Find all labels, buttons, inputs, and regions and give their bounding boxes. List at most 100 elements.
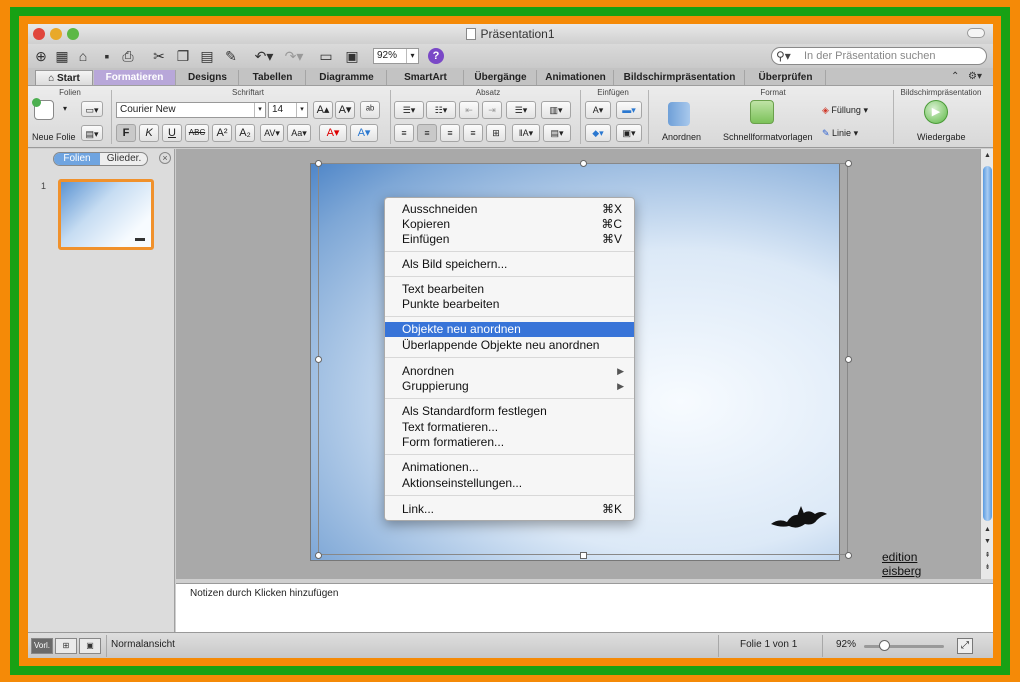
menu-item-text-formatieren[interactable]: Text formatieren... — [385, 420, 634, 435]
zoom-slider[interactable] — [864, 645, 944, 648]
play-icon[interactable]: ▶ — [924, 100, 948, 124]
resize-handle[interactable] — [315, 552, 322, 559]
resize-handle[interactable] — [845, 552, 852, 559]
resize-handle[interactable] — [315, 160, 322, 167]
bullets-button[interactable]: ☰▾ — [394, 101, 424, 119]
text-direction-button[interactable]: ‖A▾ — [512, 124, 540, 142]
menu-item-gruppierung[interactable]: Gruppierung ▶ — [385, 379, 634, 394]
char-spacing-button[interactable]: AV▾ — [260, 124, 284, 142]
menu-item-als-bild-speichern[interactable]: Als Bild speichern... — [385, 257, 634, 272]
quick-styles-icon[interactable] — [750, 100, 774, 124]
menu-item-ueberlappende-objekte[interactable]: Überlappende Objekte neu anordnen — [385, 338, 634, 353]
layout-button[interactable]: ▭▾ — [81, 101, 103, 117]
resize-handle[interactable] — [845, 356, 852, 363]
scroll-up-arrow-icon[interactable]: ▲ — [981, 525, 993, 535]
new-document-icon[interactable]: ⊕ — [32, 47, 50, 65]
tab-start[interactable]: ⌂ Start — [35, 70, 93, 85]
fit-to-window-icon[interactable]: ⤢ — [957, 638, 973, 654]
new-slide-label[interactable]: Neue Folie — [32, 132, 76, 142]
menu-item-anordnen[interactable]: Anordnen ▶ — [385, 364, 634, 379]
tab-bildschirmpraesentation[interactable]: Bildschirmpräsentation — [615, 70, 745, 85]
slide-thumbnail[interactable] — [58, 179, 154, 250]
line-button[interactable]: ✎ Linie ▾ — [822, 128, 858, 139]
fill-button[interactable]: ◈ Füllung ▾ — [822, 105, 868, 116]
insert-slide-icon[interactable]: ▭ — [317, 47, 335, 65]
toolbar-toggle-button[interactable] — [967, 28, 985, 38]
text-effects-button[interactable]: A▾ — [350, 124, 378, 142]
textbox-button[interactable]: A▾ — [585, 101, 611, 119]
menu-item-aktionseinstellungen[interactable]: Aktionseinstellungen... — [385, 476, 634, 491]
align-right-button[interactable]: ≡ — [440, 124, 460, 142]
media-button[interactable]: ▣▾ — [616, 124, 642, 142]
slideshow-view-button[interactable]: ▣ — [79, 638, 101, 654]
align-text-button[interactable]: ▤▾ — [543, 124, 571, 142]
align-center-button[interactable]: ≡ — [417, 124, 437, 142]
decrease-indent-button[interactable]: ⇤ — [459, 101, 479, 119]
subscript-button[interactable]: A₂ — [235, 124, 255, 142]
menu-item-link[interactable]: Link... ⌘K — [385, 502, 634, 517]
zoom-select[interactable]: 92% ▾ — [373, 48, 419, 64]
tab-outline[interactable]: Glieder. — [101, 153, 147, 165]
cut-icon[interactable]: ✂ — [150, 47, 168, 65]
print-icon[interactable]: ⎙ — [119, 47, 137, 65]
copy-icon[interactable]: ❐ — [174, 47, 192, 65]
justify-button[interactable]: ≡ — [463, 124, 483, 142]
zoom-slider-knob[interactable] — [879, 640, 890, 651]
help-button[interactable]: ? — [428, 48, 444, 64]
tab-slides[interactable]: Folien — [54, 153, 100, 165]
line-spacing-button[interactable]: ☰▾ — [506, 101, 536, 119]
tab-animationen[interactable]: Animationen — [538, 70, 614, 85]
italic-button[interactable]: K — [139, 124, 159, 142]
underline-button[interactable]: U — [162, 124, 182, 142]
strikethrough-button[interactable]: ABC — [185, 124, 209, 142]
align-left-button[interactable]: ≡ — [394, 124, 414, 142]
bold-button[interactable]: F — [116, 124, 136, 142]
tab-designs[interactable]: Designs — [177, 70, 239, 85]
resize-handle[interactable] — [315, 356, 322, 363]
slideshow-icon[interactable]: ▣ — [343, 47, 361, 65]
redo-icon[interactable]: ↷▾ — [282, 47, 306, 65]
menu-item-animationen[interactable]: Animationen... — [385, 460, 634, 475]
menu-item-form-formatieren[interactable]: Form formatieren... — [385, 435, 634, 450]
font-color-button[interactable]: A▾ — [319, 124, 347, 142]
template-gallery-icon[interactable]: ▦ — [53, 47, 71, 65]
shrink-font-button[interactable]: A▾ — [335, 101, 355, 119]
scroll-down-arrow-icon[interactable]: ▼ — [981, 537, 993, 547]
arrange-label[interactable]: Anordnen — [662, 132, 701, 142]
normal-view-button[interactable]: Vorl. — [31, 638, 53, 654]
section-button[interactable]: ▤▾ — [81, 125, 103, 141]
save-icon[interactable]: ▪ — [98, 47, 116, 65]
picture-button[interactable]: ▬▾ — [616, 101, 642, 119]
distributed-button[interactable]: ⊞ — [486, 124, 506, 142]
menu-item-punkte-bearbeiten[interactable]: Punkte bearbeiten — [385, 297, 634, 312]
undo-icon[interactable]: ↶▾ — [252, 47, 276, 65]
resize-handle[interactable] — [845, 160, 852, 167]
tab-smartart[interactable]: SmartArt — [388, 70, 464, 85]
menu-item-einfuegen[interactable]: Einfügen ⌘V — [385, 232, 634, 247]
change-case-button[interactable]: Aa▾ — [287, 124, 311, 142]
gear-icon[interactable]: ⚙▾ — [968, 71, 982, 82]
format-painter-icon[interactable]: ✎ — [222, 47, 240, 65]
next-slide-icon[interactable]: ⇟ — [981, 563, 993, 573]
arrange-icon[interactable] — [668, 102, 690, 126]
paste-icon[interactable]: ▤ — [198, 47, 216, 65]
font-size-select[interactable]: 14 ▾ — [268, 102, 308, 118]
tab-uebergaenge[interactable]: Übergänge — [465, 70, 537, 85]
font-family-select[interactable]: Courier New ▾ — [116, 102, 266, 118]
vertical-scrollbar[interactable]: ▲ ▲ ▼ ⇞ ⇟ — [980, 149, 993, 579]
resize-handle[interactable] — [580, 160, 587, 167]
close-icon[interactable]: × — [159, 152, 171, 164]
tab-tabellen[interactable]: Tabellen — [240, 70, 306, 85]
previous-slide-icon[interactable]: ⇞ — [981, 551, 993, 561]
tab-formatieren[interactable]: Formatieren — [94, 70, 176, 85]
scrollbar-thumb[interactable] — [983, 166, 992, 521]
clear-format-icon[interactable]: ᵃᵇ — [360, 101, 380, 119]
superscript-button[interactable]: A² — [212, 124, 232, 142]
increase-indent-button[interactable]: ⇥ — [482, 101, 502, 119]
menu-item-als-standardform[interactable]: Als Standardform festlegen — [385, 404, 634, 419]
search-input[interactable]: ⚲▾ In der Präsentation suchen — [771, 47, 987, 65]
resize-handle[interactable] — [580, 552, 587, 559]
menu-item-kopieren[interactable]: Kopieren ⌘C — [385, 217, 634, 232]
menu-item-objekte-neu-anordnen[interactable]: Objekte neu anordnen — [385, 322, 634, 337]
notes-pane[interactable]: Notizen durch Klicken hinzufügen — [176, 583, 993, 632]
